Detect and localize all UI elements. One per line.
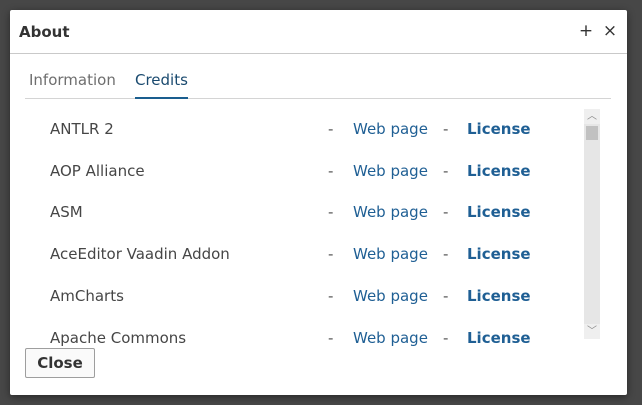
separator: - xyxy=(328,329,334,347)
separator: - xyxy=(443,245,449,263)
license-link[interactable]: License xyxy=(467,287,531,305)
credit-name: AmCharts xyxy=(50,287,124,305)
list-item: ANTLR 2 - Web page - License xyxy=(25,107,585,149)
scrollbar-thumb[interactable] xyxy=(586,126,598,140)
separator: - xyxy=(443,329,449,347)
credits-list: ANTLR 2 - Web page - License AOP Allianc… xyxy=(25,107,600,350)
credit-name: Apache Commons xyxy=(50,329,187,347)
list-item: Apache Commons - Web page - License xyxy=(25,316,585,350)
web-page-link[interactable]: Web page xyxy=(353,120,428,138)
license-link[interactable]: License xyxy=(467,245,531,263)
scroll-down-icon[interactable]: ﹀ xyxy=(584,324,600,339)
list-item: ASM - Web page - License xyxy=(25,190,585,232)
separator: - xyxy=(328,287,334,305)
license-link[interactable]: License xyxy=(467,162,531,180)
list-item: AOP Alliance - Web page - License xyxy=(25,149,585,191)
tab-bar: Information Credits xyxy=(25,70,611,99)
separator: - xyxy=(328,245,334,263)
dialog-title: About xyxy=(19,23,70,41)
license-link[interactable]: License xyxy=(467,120,531,138)
separator: - xyxy=(443,120,449,138)
about-dialog: About + × Information Credits ANTLR 2 - … xyxy=(10,10,627,395)
license-link[interactable]: License xyxy=(467,329,531,347)
web-page-link[interactable]: Web page xyxy=(353,203,428,221)
maximize-icon[interactable]: + xyxy=(576,20,596,42)
separator: - xyxy=(443,162,449,180)
tab-credits[interactable]: Credits xyxy=(135,70,188,99)
scroll-up-icon[interactable]: ︿ xyxy=(584,109,600,124)
list-item: AceEditor Vaadin Addon - Web page - Lice… xyxy=(25,232,585,274)
separator: - xyxy=(328,120,334,138)
credit-name: AOP Alliance xyxy=(50,162,145,180)
close-icon[interactable]: × xyxy=(600,20,620,42)
credit-name: AceEditor Vaadin Addon xyxy=(50,245,230,263)
web-page-link[interactable]: Web page xyxy=(353,162,428,180)
tab-information[interactable]: Information xyxy=(29,70,116,97)
credit-name: ASM xyxy=(50,203,83,221)
list-item: AmCharts - Web page - License xyxy=(25,274,585,316)
license-link[interactable]: License xyxy=(467,203,531,221)
credit-name: ANTLR 2 xyxy=(50,120,114,138)
close-button[interactable]: Close xyxy=(25,348,95,378)
dialog-header: About + × xyxy=(10,10,627,54)
separator: - xyxy=(328,162,334,180)
web-page-link[interactable]: Web page xyxy=(353,329,428,347)
separator: - xyxy=(443,287,449,305)
web-page-link[interactable]: Web page xyxy=(353,245,428,263)
scrollbar[interactable]: ︿ ﹀ xyxy=(584,109,600,339)
web-page-link[interactable]: Web page xyxy=(353,287,428,305)
separator: - xyxy=(443,203,449,221)
separator: - xyxy=(328,203,334,221)
